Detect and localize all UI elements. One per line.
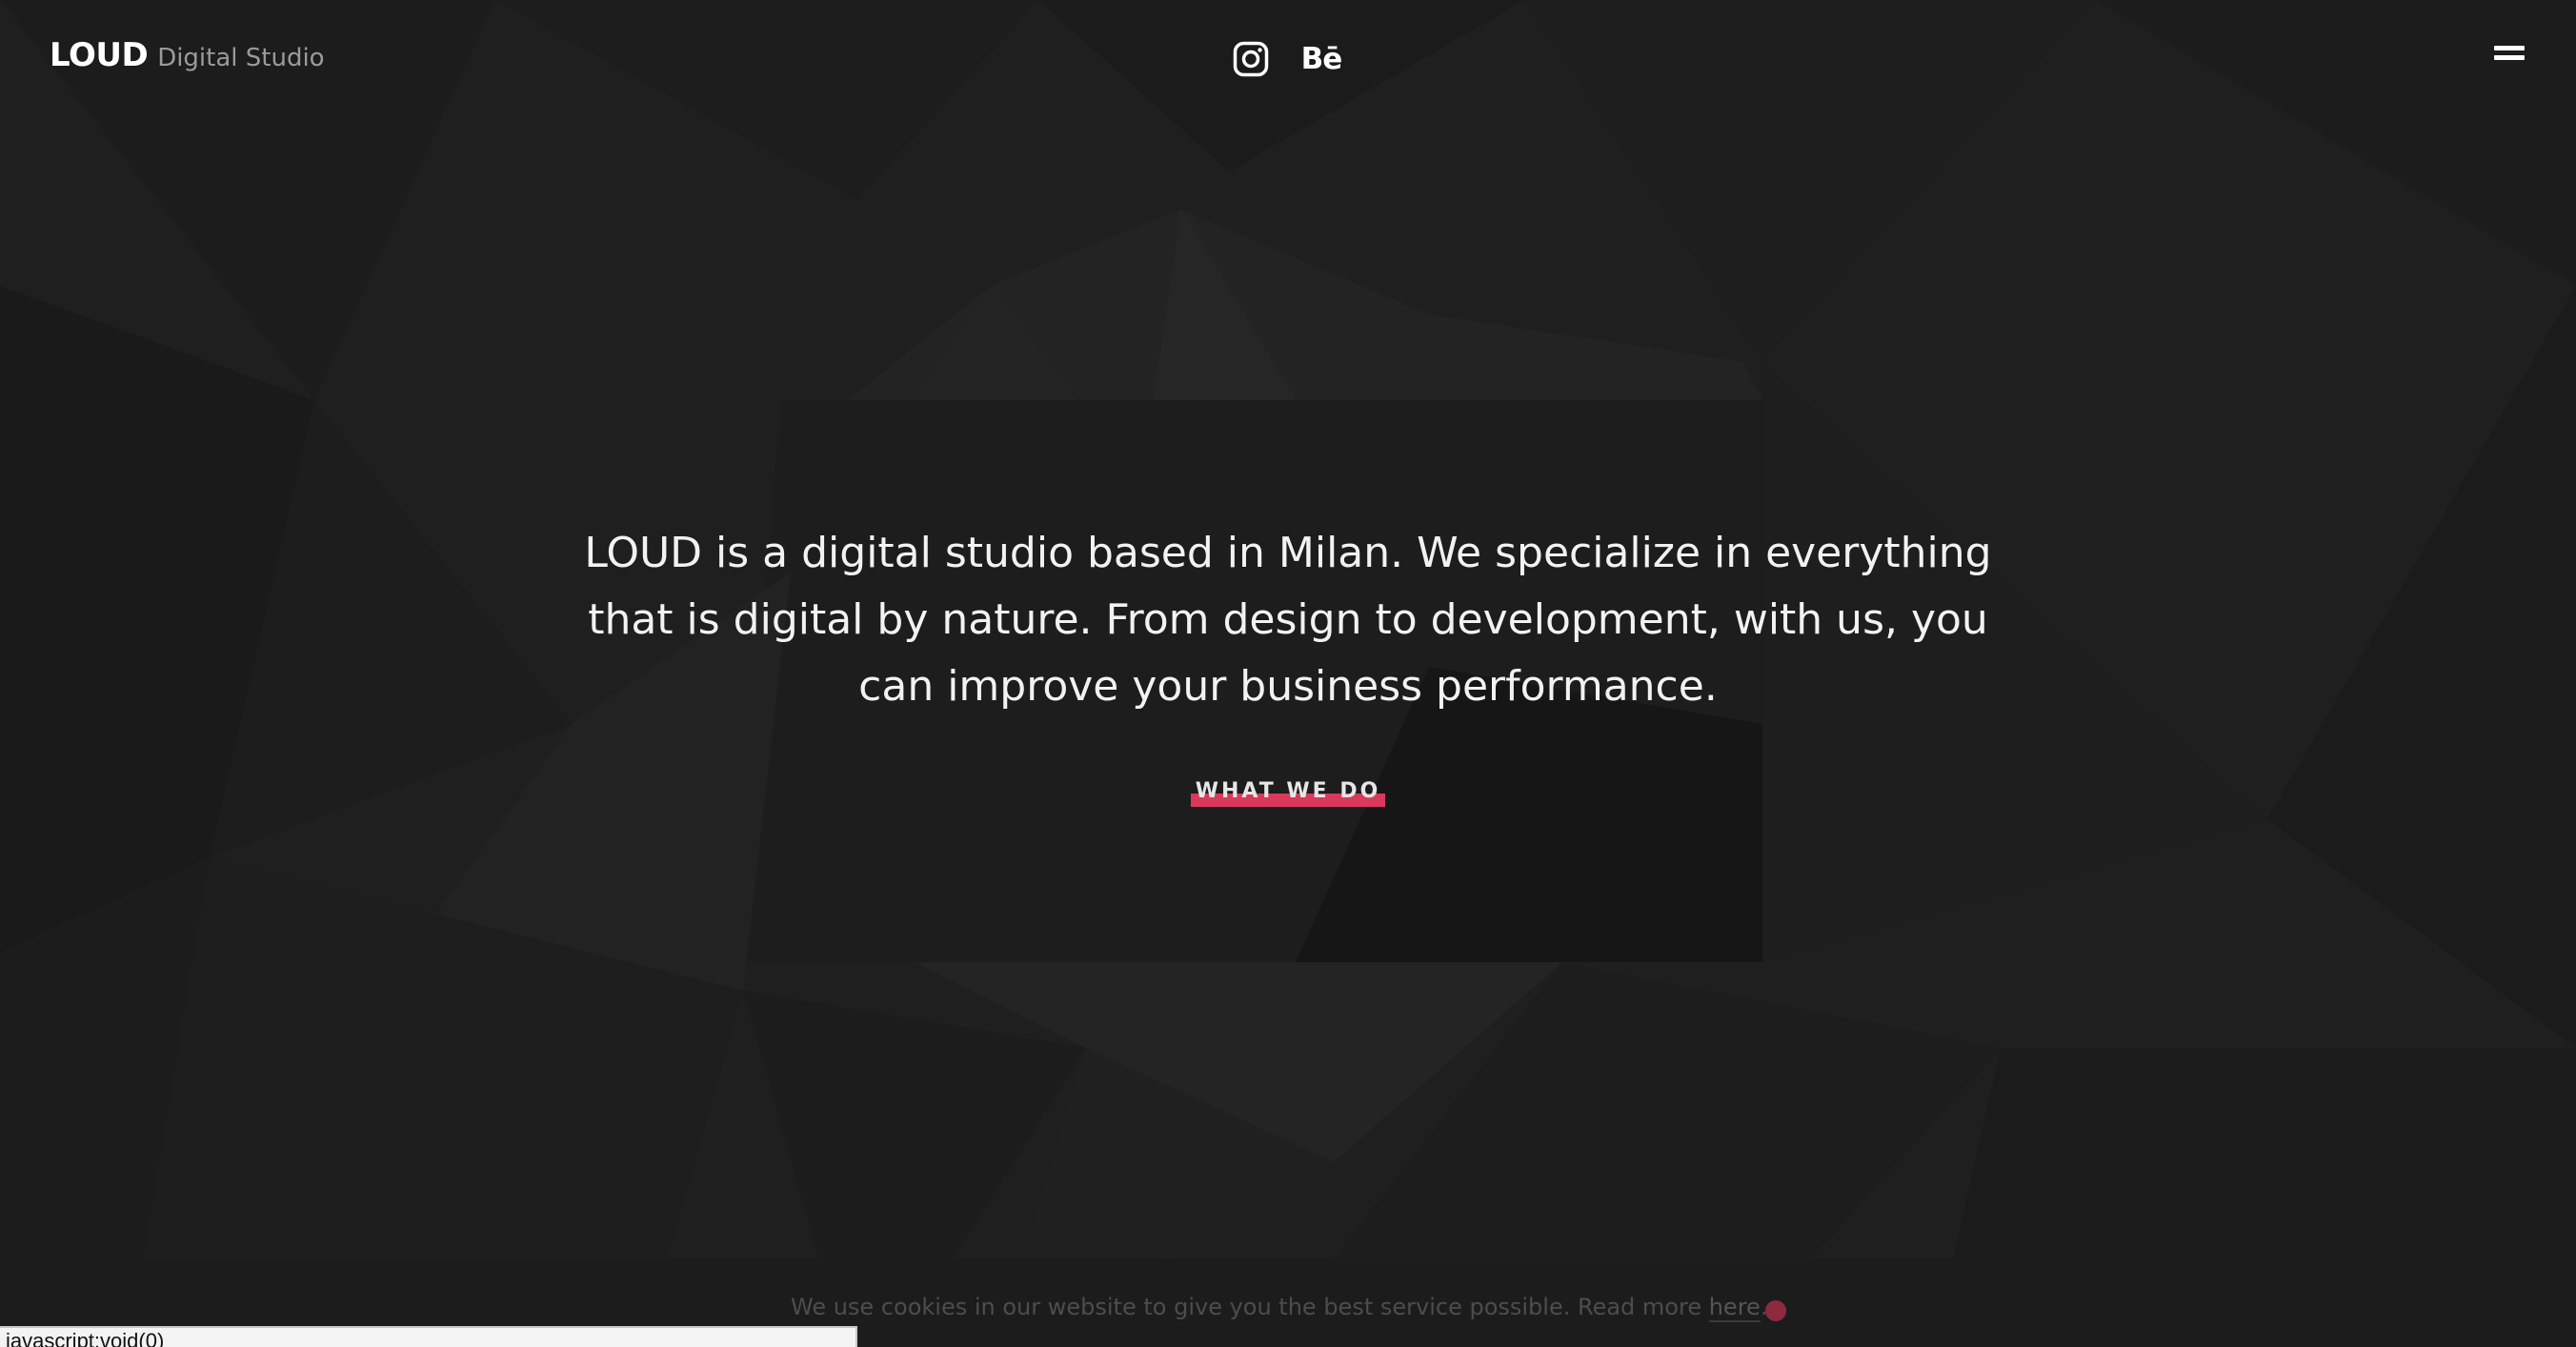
- cookie-text: We use cookies in our website to give yo…: [791, 1294, 1709, 1320]
- logo[interactable]: LOUD Digital Studio: [50, 36, 325, 74]
- what-we-do-button[interactable]: WHAT WE DO: [1191, 776, 1385, 811]
- logo-subtitle: Digital Studio: [157, 44, 325, 72]
- browser-status-url: javascript:void(0): [0, 1326, 857, 1347]
- cookie-dismiss-button[interactable]: [1765, 1300, 1786, 1321]
- hamburger-icon-bar: [2494, 55, 2525, 60]
- social-links: Bē: [1231, 39, 1343, 79]
- cookie-read-more-link[interactable]: here: [1708, 1294, 1761, 1322]
- page: LOUD Digital Studio Bē LOUD is a digital…: [0, 0, 2576, 1347]
- instagram-icon[interactable]: [1231, 39, 1271, 79]
- logo-wordmark: LOUD: [50, 36, 149, 74]
- cookie-notice: We use cookies in our website to give yo…: [791, 1294, 1767, 1322]
- menu-button[interactable]: [2494, 46, 2525, 69]
- hero-text: LOUD is a digital studio based in Milan.…: [584, 529, 1992, 711]
- hamburger-icon: [2494, 46, 2525, 50]
- cta-label: WHAT WE DO: [1195, 779, 1381, 803]
- behance-icon[interactable]: Bē: [1301, 39, 1343, 79]
